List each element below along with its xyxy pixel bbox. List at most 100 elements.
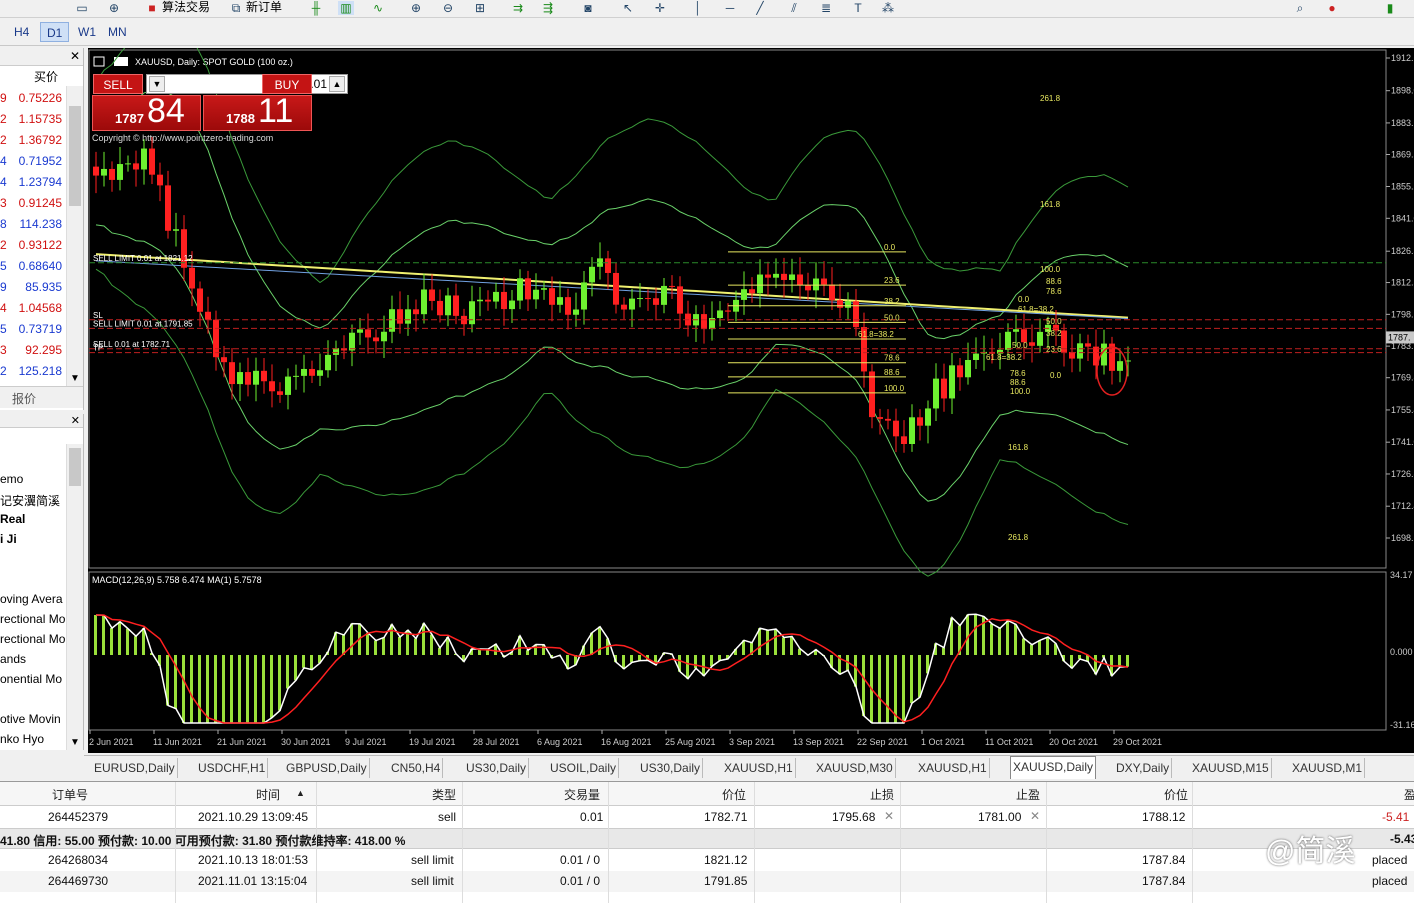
add-chart-icon[interactable]: ⊕ (106, 1, 122, 15)
bar-chart-icon[interactable]: ╫ (308, 1, 324, 15)
new-order-icon[interactable]: ⧉ (228, 1, 244, 15)
list-item[interactable]: 8 114.238 (0, 214, 66, 235)
timeframe-d1[interactable]: D1 (40, 22, 70, 42)
sell-button[interactable]: SELL (93, 74, 143, 94)
zoom-out-icon[interactable]: ⊖ (440, 1, 456, 15)
candle-chart-icon[interactable]: ▥ (338, 1, 354, 15)
algo-trading-button[interactable]: 算法交易 (162, 0, 210, 14)
tab-chart[interactable]: XAUUSD,M15 (1190, 758, 1272, 778)
navigator-item[interactable]: emo (0, 472, 23, 486)
column-header-order[interactable]: 订单号 (52, 786, 88, 803)
list-item[interactable]: 3 0.91245 (0, 193, 66, 214)
list-item[interactable]: 3 92.295 (0, 340, 66, 361)
list-item[interactable]: 5 0.73719 (0, 319, 66, 340)
table-row[interactable]: 264469730 2021.11.01 13:15:04 sell limit… (0, 871, 1414, 892)
list-item[interactable]: 4 1.23794 (0, 172, 66, 193)
stop-loss-value[interactable]: 1795.68 (832, 810, 875, 824)
list-item[interactable]: 2 125.218 (0, 361, 66, 382)
table-row[interactable]: 264268034 2021.10.13 18:01:53 sell limit… (0, 850, 1414, 871)
volume-decrease-icon[interactable]: ▼ (149, 76, 165, 92)
list-item[interactable]: 5 0.68640 (0, 256, 66, 277)
column-header-type[interactable]: 类型 (432, 786, 456, 803)
tab-chart[interactable]: XAUUSD,H1 (722, 758, 796, 778)
tab-chart[interactable]: GBPUSD,Daily (284, 758, 370, 778)
navigator-item[interactable]: Real (0, 512, 25, 526)
column-header-tp[interactable]: 止盈 (1016, 786, 1040, 803)
chart-shift-icon[interactable]: ⇶ (540, 1, 556, 15)
navigator-item[interactable]: i Ji (0, 532, 17, 546)
market-watch-scrollbar[interactable]: ▼ (66, 86, 83, 386)
close-icon[interactable]: ✕ (71, 414, 80, 427)
trendline-icon[interactable]: ╱ (752, 1, 768, 15)
take-profit-value[interactable]: 1781.00 (978, 810, 1021, 824)
volume-stepper[interactable]: ▼ 0.01 ▲ (146, 74, 348, 94)
fibonacci-icon[interactable]: ≣ (818, 1, 834, 15)
list-item[interactable]: 2 0.93122 (0, 235, 66, 256)
timeframe-mn[interactable]: MN (102, 22, 133, 42)
chart-window[interactable]: 1912.6 1898.0 1883.6 1869.5 1855.2 1841.0 1826… (88, 48, 1414, 753)
tab-chart[interactable]: DXY,Daily (1114, 758, 1173, 778)
navigator-item[interactable]: onential Mo (0, 672, 62, 686)
list-item[interactable]: 9 0.75226 (0, 88, 66, 109)
navigator-item[interactable]: ands (0, 652, 26, 666)
sell-price-box[interactable]: 1787 84 (92, 92, 201, 131)
tile-windows-icon[interactable]: ⊞ (472, 1, 488, 15)
list-item[interactable]: 2 1.15735 (0, 109, 66, 130)
column-header-bid[interactable]: 买价 (0, 68, 66, 86)
tab-chart[interactable]: XAUUSD,Daily (1010, 756, 1097, 779)
tab-quotes[interactable]: 报价 (12, 390, 36, 407)
tab-chart[interactable]: USOIL,Daily (548, 758, 620, 778)
table-row[interactable]: 264452379 2021.10.29 13:09:45 sell 0.01 … (0, 807, 1414, 828)
list-item[interactable]: 9 85.935 (0, 277, 66, 298)
navigator-item[interactable]: rectional Mo (0, 612, 65, 626)
navigator-scrollbar[interactable]: ▼ (66, 444, 83, 750)
tab-chart[interactable]: US30,Daily (638, 758, 704, 778)
tab-chart[interactable]: CN50,H4 (389, 758, 444, 778)
text-tool-icon[interactable]: T (850, 1, 866, 15)
price-chart-canvas[interactable]: 1912.6 1898.0 1883.6 1869.5 1855.2 1841.0 1826… (88, 48, 1414, 753)
navigator-item[interactable]: 记安瀷简溪 (0, 492, 60, 509)
tab-chart[interactable]: XAUUSD,M30 (814, 758, 896, 778)
remove-sl-icon[interactable]: ✕ (884, 809, 894, 823)
column-header-price[interactable]: 价位 (722, 786, 746, 803)
column-header-volume[interactable]: 交易量 (564, 786, 600, 803)
channel-icon[interactable]: ⫽ (786, 1, 802, 15)
sort-up-icon[interactable]: ▲ (296, 788, 305, 798)
screenshot-icon[interactable]: ◙ (580, 1, 596, 15)
navigator-item[interactable]: otive Movin (0, 712, 61, 726)
algo-trading-icon[interactable]: ■ (144, 1, 160, 15)
timeframe-h4[interactable]: H4 (8, 22, 35, 42)
new-order-button[interactable]: 新订单 (246, 0, 282, 14)
buy-button[interactable]: BUY (262, 74, 312, 94)
list-item[interactable]: 4 0.71952 (0, 151, 66, 172)
horizontal-line-icon[interactable]: ─ (722, 1, 738, 15)
column-header-sl[interactable]: 止损 (870, 786, 894, 803)
list-item[interactable]: 2 1.36792 (0, 130, 66, 151)
navigator-item[interactable]: rectional Mo (0, 632, 65, 646)
close-icon[interactable]: ✕ (70, 49, 80, 63)
autoscroll-icon[interactable]: ⇉ (510, 1, 526, 15)
column-header-profit[interactable]: 盈 (1404, 786, 1414, 803)
column-header-current-price[interactable]: 价位 (1164, 786, 1188, 803)
shapes-icon[interactable]: ⁂ (880, 1, 896, 15)
column-header-time[interactable]: 时间 (256, 786, 280, 803)
tab-chart[interactable]: US30,Daily (464, 758, 530, 778)
navigator-item[interactable]: oving Avera (0, 592, 63, 606)
notification-icon[interactable]: ● (1324, 1, 1340, 15)
crosshair-icon[interactable]: ✛ (652, 1, 668, 15)
tab-chart[interactable]: XAUUSD,H1 (916, 758, 990, 778)
timeframe-w1[interactable]: W1 (72, 22, 102, 42)
tab-chart[interactable]: EURUSD,Daily (92, 758, 178, 778)
volume-increase-icon[interactable]: ▲ (329, 76, 345, 92)
list-item[interactable]: 4 1.04568 (0, 298, 66, 319)
navigator-item[interactable]: nko Hyo (0, 732, 44, 746)
market-watch-icon[interactable]: ▭ (74, 1, 90, 15)
tab-chart[interactable]: USDCHF,H1 (196, 758, 269, 778)
search-icon[interactable]: ⌕ (1292, 1, 1308, 15)
cursor-icon[interactable]: ↖ (620, 1, 636, 15)
zoom-in-icon[interactable]: ⊕ (408, 1, 424, 15)
remove-tp-icon[interactable]: ✕ (1030, 809, 1040, 823)
line-chart-icon[interactable]: ∿ (370, 1, 386, 15)
vertical-line-icon[interactable]: │ (690, 1, 706, 15)
tab-chart[interactable]: XAUUSD,M1 (1290, 758, 1366, 778)
